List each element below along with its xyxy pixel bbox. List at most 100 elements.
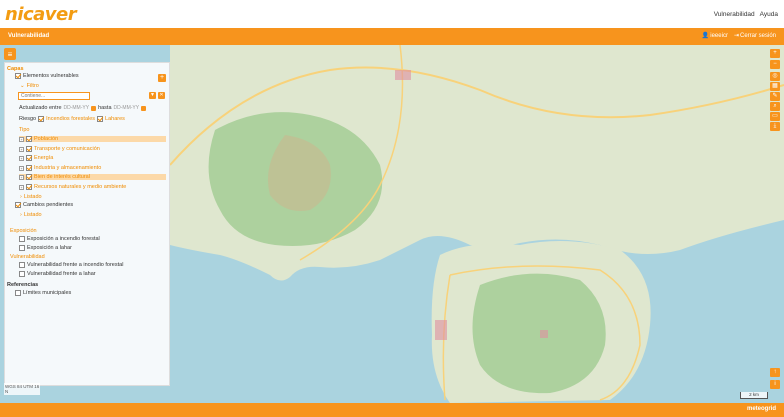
- listado-toggle[interactable]: › Listado: [20, 212, 42, 218]
- checkbox[interactable]: [26, 155, 32, 161]
- coordinate-readout: WGS 84 UTM 16 N: [4, 383, 41, 395]
- user-icon: 👤: [701, 33, 710, 39]
- label: Actualizado entre: [19, 105, 62, 111]
- chevron-right-icon: ›: [20, 212, 22, 218]
- checkbox[interactable]: [15, 73, 21, 79]
- search-icon[interactable]: ⌕: [770, 102, 780, 111]
- label: Incendios forestales: [46, 116, 96, 122]
- link-vulnerabilidad[interactable]: Vulnerabilidad: [714, 11, 755, 18]
- tipo-item[interactable]: + Industria y almacenamiento: [19, 165, 101, 171]
- label: Riesgo: [19, 116, 37, 122]
- zoom-out-button[interactable]: −: [770, 60, 780, 69]
- layer-item[interactable]: Vulnerabilidad frente a lahar: [19, 271, 96, 277]
- up-arrow-icon[interactable]: ↑: [770, 368, 780, 377]
- section-bar: Vulnerabilidad 👤 ieeeicr ⇥ Cerrar sesión: [0, 28, 784, 45]
- checkbox[interactable]: [26, 165, 32, 171]
- add-element-button[interactable]: +: [158, 74, 166, 82]
- tipo-item[interactable]: + Población: [19, 136, 166, 142]
- app-logo[interactable]: nicaver: [5, 4, 77, 25]
- tipo-item[interactable]: + Energía: [19, 155, 53, 161]
- tipo-item[interactable]: + Bien de interés cultural: [19, 174, 166, 180]
- tipo-item[interactable]: + Recursos naturales y medio ambiente: [19, 184, 126, 190]
- section-exposicion: Exposición: [10, 228, 37, 234]
- checkbox[interactable]: [15, 290, 21, 296]
- label: Población: [34, 136, 59, 142]
- top-header: nicaver Vulnerabilidad Ayuda: [0, 0, 784, 28]
- checkbox[interactable]: [26, 136, 32, 142]
- checkbox-incendios[interactable]: [38, 116, 45, 122]
- expand-icon[interactable]: +: [19, 136, 24, 142]
- checkbox[interactable]: [26, 184, 32, 190]
- checkbox[interactable]: [19, 245, 25, 251]
- checkbox[interactable]: [26, 174, 32, 180]
- checkbox-lahares[interactable]: [97, 116, 104, 122]
- link-ayuda[interactable]: Ayuda: [760, 11, 778, 18]
- download-icon[interactable]: ⤓: [770, 122, 780, 131]
- scale-bar: 2 km: [740, 392, 768, 399]
- user-name: ieeeicr: [710, 32, 728, 39]
- label: Energía: [34, 155, 54, 161]
- listado-toggle[interactable]: › Listado: [20, 194, 42, 200]
- label: Elementos vulnerables: [23, 73, 79, 79]
- date-from-input[interactable]: DD-MM-YY: [64, 105, 90, 111]
- label: Recursos naturales y medio ambiente: [34, 184, 127, 190]
- label: Exposición a incendio forestal: [27, 236, 100, 242]
- footer-brand: meteogrid: [746, 406, 776, 412]
- expand-icon[interactable]: +: [19, 155, 24, 161]
- draw-icon[interactable]: ✎: [770, 92, 780, 101]
- footer-bar: meteogrid: [0, 403, 784, 417]
- layer-item[interactable]: Exposición a lahar: [19, 245, 72, 251]
- measure-icon[interactable]: ▭: [770, 112, 780, 121]
- filter-clear-button[interactable]: ✕: [158, 92, 165, 99]
- date-range: Actualizado entre DD-MM-YY hasta DD-MM-Y…: [19, 105, 147, 111]
- chevron-right-icon: ›: [20, 194, 22, 200]
- expand-icon[interactable]: +: [19, 174, 24, 180]
- label: Listado: [23, 194, 42, 200]
- filter-apply-button[interactable]: ▼: [149, 92, 156, 99]
- locate-icon[interactable]: ◎: [770, 72, 780, 81]
- label: hasta: [98, 105, 112, 111]
- expand-icon[interactable]: +: [19, 146, 24, 152]
- label: Industria y almacenamiento: [34, 165, 102, 171]
- user-menu[interactable]: 👤 ieeeicr: [701, 32, 728, 40]
- tipo-label: Tipo: [19, 127, 30, 133]
- tipo-item[interactable]: + Transporte y comunicación: [19, 146, 100, 152]
- date-to-input[interactable]: DD-MM-YY: [114, 105, 140, 111]
- filter-toggle[interactable]: ⌄ Filtro: [20, 83, 39, 89]
- info-icon[interactable]: i: [770, 380, 780, 389]
- checkbox[interactable]: [19, 271, 25, 277]
- section-vulnerabilidad: Vulnerabilidad: [10, 254, 45, 260]
- checkbox[interactable]: [26, 146, 32, 152]
- coord-direction: N: [5, 389, 9, 394]
- layers-toggle-button[interactable]: ≡: [4, 48, 16, 60]
- risk-filters: Riesgo Incendios forestales Lahares: [19, 116, 125, 122]
- calendar-icon[interactable]: [91, 105, 97, 111]
- expand-icon[interactable]: +: [19, 184, 24, 190]
- layer-item[interactable]: Vulnerabilidad frente a incendio foresta…: [19, 262, 123, 268]
- section-title: Vulnerabilidad: [8, 33, 50, 39]
- grid-icon[interactable]: ▦: [770, 82, 780, 91]
- label: Vulnerabilidad frente a incendio foresta…: [27, 262, 124, 268]
- layer-elementos[interactable]: Elementos vulnerables: [15, 73, 79, 79]
- checkbox[interactable]: [19, 262, 25, 268]
- coord-system: WGS 84 UTM 16: [5, 384, 40, 389]
- layer-item[interactable]: Exposición a incendio forestal: [19, 236, 100, 242]
- logout-icon: ⇥: [733, 33, 739, 39]
- label: Bien de interés cultural: [34, 174, 90, 180]
- checkbox[interactable]: [19, 236, 25, 242]
- zoom-in-button[interactable]: +: [770, 49, 780, 58]
- expand-icon[interactable]: +: [19, 165, 24, 171]
- label: Cambios pendientes: [23, 202, 74, 208]
- label: Límites municipales: [23, 290, 72, 296]
- chevron-down-icon: ⌄: [20, 83, 25, 89]
- logout-button[interactable]: ⇥ Cerrar sesión: [733, 32, 776, 40]
- layer-cambios[interactable]: Cambios pendientes: [15, 202, 73, 208]
- contains-input[interactable]: Contiene...: [18, 92, 90, 100]
- section-referencias: Referencias: [7, 282, 39, 288]
- calendar-icon[interactable]: [141, 105, 147, 111]
- layer-item[interactable]: Límites municipales: [15, 290, 71, 296]
- checkbox[interactable]: [15, 202, 21, 208]
- section-capas: Capas: [7, 66, 24, 72]
- label: Listado: [23, 212, 42, 218]
- layers-icon: ≡: [7, 49, 13, 59]
